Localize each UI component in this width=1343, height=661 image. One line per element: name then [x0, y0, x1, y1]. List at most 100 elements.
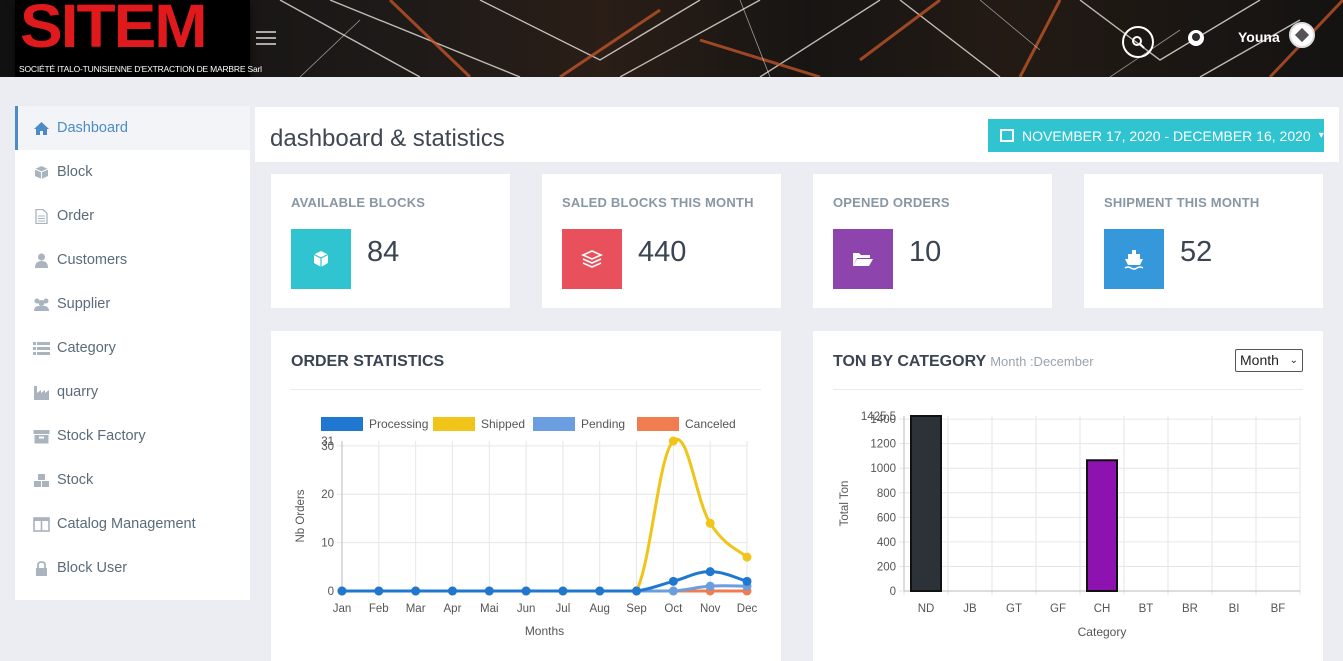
menu-toggle-icon[interactable] [256, 31, 276, 47]
data-point [705, 518, 715, 528]
page-header: dashboard & statistics NOVEMBER 17, 2020… [255, 107, 1339, 162]
y-tick-label: 20 [321, 489, 334, 501]
y-tick-label: 800 [877, 488, 896, 500]
series-line-shipped [342, 437, 749, 593]
sidebar-item-label: Supplier [57, 296, 111, 312]
stat-card-value: 52 [1180, 236, 1213, 268]
sidebar-item-label: Catalog Management [57, 516, 196, 532]
list-icon [33, 341, 50, 356]
x-tick-label: Aug [589, 603, 609, 615]
data-point [705, 581, 715, 591]
ship-icon [1104, 229, 1164, 289]
x-tick-label: Mar [406, 603, 426, 615]
data-point [705, 567, 715, 577]
y-tick-label: 0 [328, 586, 334, 598]
y-tick-label: 1000 [870, 463, 896, 475]
x-tick-label: ND [918, 603, 935, 615]
y-tick-label: 10 [321, 538, 334, 550]
data-point [484, 586, 494, 596]
search-button[interactable] [1122, 26, 1154, 58]
ton-bar-chart: 02004006008001000120014001425.5ND JB GT GF C… [839, 411, 1301, 639]
archive-icon [33, 429, 50, 444]
sidebar-item-dashboard[interactable]: Dashboard [15, 106, 250, 150]
sidebar-item-quarry[interactable]: quarry [15, 370, 250, 414]
stat-card-saled-blocks: SALED BLOCKS THIS MONTH 440 [542, 174, 781, 308]
data-point [411, 586, 421, 596]
sidebar-item-supplier[interactable]: Supplier [15, 282, 250, 326]
x-tick-label: Feb [369, 603, 389, 615]
order-line-chart: Jan Feb Mar Apr Mai Jun Jul Aug Sep Oct Nov Dec 0 10 2… [295, 417, 758, 638]
stat-card-opened-orders: OPENED ORDERS 10 [813, 174, 1052, 308]
sidebar-item-stock[interactable]: Stock [15, 458, 250, 502]
x-tick-label: GT [1006, 603, 1022, 615]
stat-card-label: AVAILABLE BLOCKS [291, 195, 426, 210]
x-tick-label: Dec [737, 603, 758, 615]
globe-icon[interactable] [1188, 30, 1204, 46]
sidebar-item-customers[interactable]: Customers [15, 238, 250, 282]
sidebar-item-label: Stock Factory [57, 428, 146, 444]
top-header: SITEM SOCIÉTÉ ITALO-TUNISIENNE D'EXTRACT… [0, 0, 1343, 77]
sidebar-item-block-user[interactable]: Block User [15, 546, 250, 590]
date-range-text: NOVEMBER 17, 2020 - DECEMBER 16, 2020 [1022, 127, 1311, 144]
avatar[interactable] [1289, 22, 1315, 48]
x-tick-label: JB [963, 603, 977, 615]
data-point [668, 586, 678, 596]
data-point [742, 576, 752, 586]
logo-text: SITEM [20, 0, 208, 61]
data-point [337, 586, 347, 596]
x-axis-label: Category [1078, 625, 1127, 639]
x-tick-label: BR [1182, 603, 1198, 615]
x-axis-label: Months [525, 624, 564, 638]
legend-swatch [433, 417, 475, 431]
legend-label: Processing [369, 417, 428, 431]
legend-swatch [321, 417, 363, 431]
sidebar-item-label: Customers [57, 252, 128, 268]
y-max-label: 31 [321, 436, 334, 448]
y-max-label: 1425.5 [861, 411, 896, 423]
x-tick-label: Sep [626, 603, 646, 615]
stat-card-label: SHIPMENT THIS MONTH [1104, 195, 1260, 210]
ton-by-category-panel: TON BY CATEGORY Month :December Month ⌄ 0… [813, 331, 1323, 661]
data-point [595, 586, 605, 596]
user-icon [33, 253, 50, 268]
folder-open-icon [833, 229, 893, 289]
data-point [742, 552, 752, 562]
lock-icon [33, 560, 50, 576]
x-tick-label: GF [1050, 603, 1066, 615]
cube-icon [291, 229, 351, 289]
x-tick-label: Jan [333, 603, 352, 615]
stat-card-label: OPENED ORDERS [833, 195, 950, 210]
data-point [521, 586, 531, 596]
legend-label: Shipped [481, 417, 525, 431]
stat-card-available-blocks: AVAILABLE BLOCKS 84 [271, 174, 510, 308]
stat-card-shipment: SHIPMENT THIS MONTH 52 [1084, 174, 1323, 308]
legend-label: Pending [581, 417, 625, 431]
sidebar-item-label: quarry [57, 384, 99, 400]
date-range-picker[interactable]: NOVEMBER 17, 2020 - DECEMBER 16, 2020 ▾ [988, 119, 1324, 152]
data-point [374, 586, 384, 596]
logo[interactable]: SITEM SOCIÉTÉ ITALO-TUNISIENNE D'EXTRACT… [15, 0, 262, 77]
sidebar-item-stock-factory[interactable]: Stock Factory [15, 414, 250, 458]
bar-ch [1086, 459, 1118, 592]
y-tick-label: 600 [877, 512, 896, 524]
sidebar-item-block[interactable]: Block [15, 150, 250, 194]
chevron-down-icon: ▾ [1318, 130, 1324, 141]
sidebar: Dashboard Block Order Customers Supplier… [15, 106, 250, 600]
sidebar-item-catalog-management[interactable]: Catalog Management [15, 502, 250, 546]
x-tick-label: Oct [664, 603, 683, 615]
y-tick-label: 200 [877, 561, 896, 573]
stat-card-label: SALED BLOCKS THIS MONTH [562, 195, 754, 210]
home-icon [33, 121, 50, 136]
stat-card-value: 84 [367, 236, 400, 268]
sidebar-item-label: Stock [57, 472, 94, 488]
industry-icon [33, 385, 50, 400]
sidebar-item-category[interactable]: Category [15, 326, 250, 370]
username[interactable]: Youna [1238, 29, 1280, 45]
calendar-icon [1000, 129, 1014, 142]
logo-subtitle: SOCIÉTÉ ITALO-TUNISIENNE D'EXTRACTION DE… [19, 64, 262, 74]
legend-swatch [637, 417, 679, 431]
data-point [632, 586, 642, 596]
sidebar-item-order[interactable]: Order [15, 194, 250, 238]
legend-label: Canceled [685, 417, 736, 431]
y-axis-label: Nb Orders [295, 489, 307, 542]
